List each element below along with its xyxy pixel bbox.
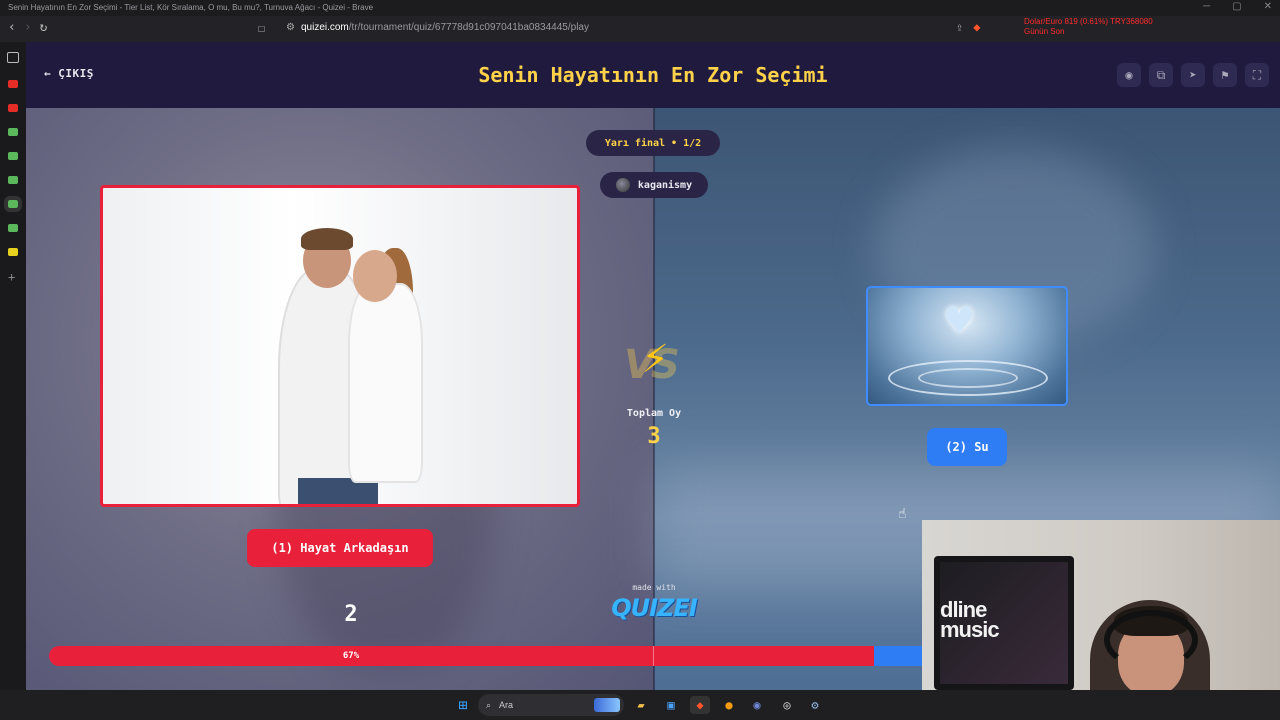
progress-center-mark: [653, 646, 654, 666]
app-icon[interactable]: [8, 152, 18, 160]
search-placeholder: Ara: [499, 700, 514, 710]
ticker-line-2: Günün Son: [1024, 27, 1065, 36]
maximize-icon[interactable]: ▢: [1232, 1, 1241, 12]
send-icon[interactable]: ➤: [1181, 63, 1205, 87]
total-votes-value: 3: [647, 424, 661, 449]
headset: [1104, 610, 1198, 670]
avatar: [615, 178, 630, 192]
nav-buttons: ‹ › ↻: [8, 20, 47, 35]
app-icon-active[interactable]: [4, 196, 22, 212]
quizei-logo[interactable]: QUIZEI: [604, 594, 704, 622]
webcam-overlay: dline music: [922, 520, 1280, 690]
bookmark-icon[interactable]: ☐: [258, 21, 265, 35]
option-1-button[interactable]: (1) Hayat Arkadaşın: [247, 529, 433, 567]
stream-ticker-overlay: Dolar/Euro 819 (0.61%) TRY368080 Günün S…: [1024, 17, 1274, 37]
add-panel-icon[interactable]: +: [8, 270, 15, 284]
site-info-icon[interactable]: ⚙: [286, 22, 295, 33]
share-icon[interactable]: ⇪: [956, 20, 963, 34]
ticker-line-1: Dolar/Euro 819 (0.61%) TRY368080: [1024, 17, 1153, 26]
toolbar-right: ⇪ ◆: [956, 20, 980, 34]
creator-name: kaganismy: [637, 179, 693, 191]
url-host: quizei.com: [300, 22, 349, 33]
creator-badge[interactable]: kaganismy: [600, 172, 708, 198]
woman-figure: [348, 283, 423, 483]
option-2-image[interactable]: ♥: [866, 286, 1068, 406]
total-votes-label: Toplam Oy: [626, 408, 682, 419]
window-controls: ─ ▢ ✕: [1203, 1, 1272, 12]
copy-link-icon[interactable]: ⧉: [1149, 63, 1173, 87]
round-badge: Yarı final • 1/2: [586, 130, 720, 156]
option-1-image[interactable]: [100, 185, 580, 507]
made-with-label: made with: [632, 583, 676, 592]
youtube-icon[interactable]: [8, 104, 18, 112]
fullscreen-icon[interactable]: ⛶: [1245, 63, 1269, 87]
option-1-votes: 2: [344, 602, 358, 627]
brave-taskbar-icon[interactable]: ◆: [690, 696, 710, 714]
steam-icon[interactable]: ⚙: [806, 696, 824, 714]
dline-music-logo: dline music: [940, 599, 1000, 642]
address-bar[interactable]: ⚙ quizei.com/tr/tournament/quiz/67778d91c…: [286, 22, 589, 33]
brave-shield-icon[interactable]: ◆: [973, 20, 980, 34]
windows-taskbar: ⊞ ⌕ Ara ▰ ▣ ◆ ● ◉ ◎ ⚙: [0, 690, 1280, 720]
store-icon[interactable]: ▣: [662, 696, 680, 714]
man-hair: [301, 228, 353, 250]
lightning-icon: ⚡: [642, 332, 669, 383]
window-title: Senin Hayatının En Zor Seçimi - Tier Lis…: [8, 3, 374, 12]
window-titlebar: Senin Hayatının En Zor Seçimi - Tier Lis…: [0, 0, 1280, 16]
app-icon[interactable]: [8, 248, 18, 256]
page-title: Senin Hayatının En Zor Seçimi: [478, 63, 828, 87]
browser-sidebar: +: [0, 42, 26, 690]
woman-head: [353, 250, 397, 302]
app-icon[interactable]: [8, 128, 18, 136]
option-2-button[interactable]: (2) Su: [927, 428, 1007, 466]
reload-icon[interactable]: ↻: [40, 20, 48, 35]
vs-emblem: VS ⚡: [620, 336, 690, 392]
couple-illustration: [263, 228, 433, 504]
mouse-cursor-icon: ☝: [898, 506, 907, 522]
obs-icon[interactable]: ◎: [778, 696, 796, 714]
file-explorer-icon[interactable]: ▰: [632, 696, 650, 714]
url-path: /tr/tournament/quiz/67778d91c097041ba083…: [348, 22, 589, 33]
progress-percent: 67%: [342, 651, 360, 661]
water-heart-icon: ♥: [946, 296, 973, 347]
windows-start-icon[interactable]: ⊞: [454, 696, 472, 714]
app-taskbar-icon[interactable]: ●: [720, 696, 738, 714]
app-header: ← ÇIKIŞ Senin Hayatının En Zor Seçimi ◉ …: [26, 42, 1280, 108]
search-icon: ⌕: [486, 699, 492, 710]
taskbar-search[interactable]: ⌕ Ara: [478, 694, 624, 716]
back-arrow-icon[interactable]: ‹: [8, 20, 16, 35]
sidebar-panel-icon[interactable]: [7, 52, 19, 63]
youtube-icon[interactable]: [8, 80, 18, 88]
forward-arrow-icon[interactable]: ›: [24, 20, 32, 35]
logo-line-2: music: [940, 617, 1000, 642]
eye-icon[interactable]: ◉: [1117, 63, 1141, 87]
header-actions: ◉ ⧉ ➤ ⚑ ⛶: [1117, 63, 1269, 87]
search-highlight-image: [594, 698, 620, 712]
minimize-icon[interactable]: ─: [1203, 1, 1210, 12]
water-ripple-inner: [918, 368, 1018, 388]
app-icon[interactable]: [8, 224, 18, 232]
flag-icon[interactable]: ⚑: [1213, 63, 1237, 87]
app-icon[interactable]: [8, 176, 18, 184]
close-window-icon[interactable]: ✕: [1264, 1, 1272, 12]
discord-icon[interactable]: ◉: [748, 696, 766, 714]
